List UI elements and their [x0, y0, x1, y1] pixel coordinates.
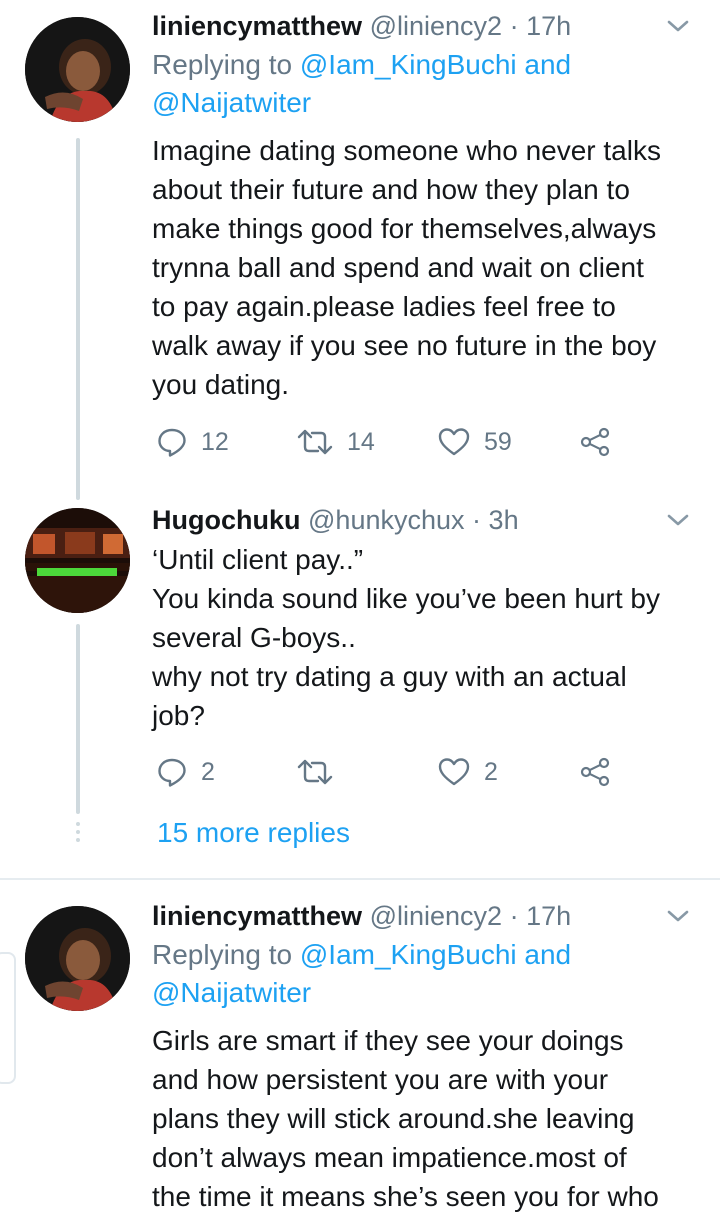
replying-to: Replying to @Iam_KingBuchi and @Naijatwi…	[152, 46, 710, 122]
reply-button[interactable]: 2	[157, 752, 215, 792]
retweet-count: 14	[347, 427, 375, 456]
heart-icon	[438, 758, 470, 786]
mention-link[interactable]: @Naijatwiter	[152, 87, 311, 118]
edge-handle[interactable]	[0, 952, 16, 1084]
user-handle[interactable]: @liniency2	[370, 901, 502, 931]
display-name[interactable]: Hugochuku	[152, 505, 301, 535]
heart-icon	[438, 428, 470, 456]
chevron-down-icon[interactable]	[666, 906, 690, 926]
replying-prefix: Replying to	[152, 49, 293, 80]
timestamp[interactable]: 17h	[526, 901, 571, 931]
share-button[interactable]	[580, 422, 612, 462]
avatar-liniencymatthew[interactable]	[25, 17, 130, 122]
tweet-text: ‘Until client pay..” You kinda sound lik…	[152, 544, 660, 731]
tweet-actions: 12 14 59	[157, 422, 710, 462]
chevron-down-icon[interactable]	[666, 16, 690, 36]
mention-link[interactable]: @Iam_KingBuchi and	[300, 49, 571, 80]
retweet-button[interactable]	[297, 752, 347, 792]
reply-button[interactable]: 12	[157, 422, 229, 462]
tweet-text: Imagine dating someone who never talks a…	[152, 135, 661, 400]
retweet-icon	[297, 759, 333, 785]
like-button[interactable]: 59	[438, 422, 512, 462]
timestamp[interactable]: 17h	[526, 11, 571, 41]
user-handle[interactable]: @liniency2	[370, 11, 502, 41]
mention-link[interactable]: @Naijatwiter	[152, 977, 311, 1008]
retweet-button[interactable]: 14	[297, 422, 375, 462]
separator: ·	[509, 11, 519, 41]
reply-count: 2	[201, 757, 215, 786]
tweet-header: liniencymatthew @liniency2 · 17h	[152, 896, 710, 936]
more-replies-link[interactable]: 15 more replies	[157, 813, 350, 853]
display-name[interactable]: liniencymatthew	[152, 11, 362, 41]
divider	[0, 878, 720, 880]
avatar-liniencymatthew[interactable]	[25, 906, 130, 1011]
tweet-text: Girls are smart if they see your doings …	[152, 1025, 659, 1212]
user-handle[interactable]: @hunkychux	[308, 505, 465, 535]
timestamp[interactable]: 3h	[489, 505, 519, 535]
like-button[interactable]: 2	[438, 752, 498, 792]
reply-icon	[158, 428, 186, 457]
reply-icon	[158, 758, 186, 787]
share-icon	[580, 757, 610, 787]
separator: ·	[509, 901, 519, 931]
separator: ·	[472, 505, 482, 535]
tweet-header: Hugochuku @hunkychux · 3h	[152, 500, 710, 540]
chevron-down-icon[interactable]	[666, 510, 690, 530]
thread-line	[76, 138, 80, 500]
thread-line	[76, 624, 80, 814]
timeline: liniencymatthew @liniency2 · 17h Replyin…	[0, 0, 720, 1215]
mention-link[interactable]: @Iam_KingBuchi and	[300, 939, 571, 970]
like-count: 2	[484, 757, 498, 786]
share-icon	[580, 427, 610, 457]
display-name[interactable]: liniencymatthew	[152, 901, 362, 931]
tweet-header: liniencymatthew @liniency2 · 17h	[152, 6, 710, 46]
thread-more-indicator	[76, 822, 80, 846]
share-button[interactable]	[580, 752, 612, 792]
replying-to: Replying to @Iam_KingBuchi and @Naijatwi…	[152, 936, 710, 1012]
retweet-icon	[297, 429, 333, 455]
tweet-actions: 2 2	[157, 752, 710, 792]
replying-prefix: Replying to	[152, 939, 293, 970]
like-count: 59	[484, 427, 512, 456]
avatar-hugochuku[interactable]	[25, 508, 130, 613]
reply-count: 12	[201, 427, 229, 456]
